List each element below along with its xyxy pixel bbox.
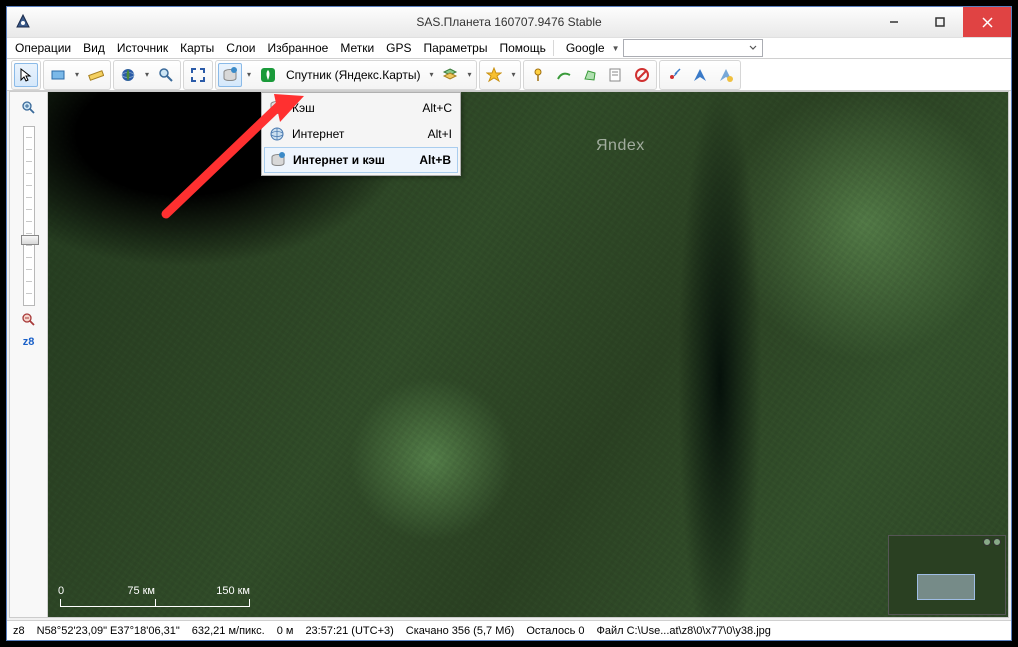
menu-maps[interactable]: Карты xyxy=(174,38,220,58)
menu-marks[interactable]: Метки xyxy=(334,38,380,58)
tool-group-pointer xyxy=(11,60,41,90)
search-provider-dropdown-icon[interactable]: ▼ xyxy=(611,44,621,53)
internet-icon xyxy=(266,123,288,145)
status-zoom: z8 xyxy=(13,625,25,637)
window-controls xyxy=(871,7,1011,37)
menu-params[interactable]: Параметры xyxy=(418,38,494,58)
layers-dropdown[interactable]: ▾ xyxy=(464,70,474,79)
favorite-dropdown[interactable]: ▾ xyxy=(508,70,518,79)
status-elev: 0 м xyxy=(277,625,294,637)
dropdown-item-both[interactable]: Интернет и кэш Alt+B xyxy=(264,147,458,173)
status-time: 23:57:21 (UTC+3) xyxy=(305,625,393,637)
menu-separator xyxy=(553,40,559,56)
magnify-tool[interactable] xyxy=(154,63,178,87)
status-mpp: 632,21 м/пикс. xyxy=(192,625,265,637)
menubar: Операции Вид Источник Карты Слои Избранн… xyxy=(7,37,1011,59)
zoom-out-button[interactable] xyxy=(19,310,39,330)
favorite-tool[interactable] xyxy=(482,63,506,87)
map-watermark: Яndex xyxy=(596,137,645,155)
app-window: SAS.Планета 160707.9476 Stable Операции … xyxy=(6,6,1012,641)
zoom-in-button[interactable] xyxy=(19,98,39,118)
status-coords: N58°52'23,09" E37°18'06,31" xyxy=(37,625,180,637)
status-remaining: Осталось 0 xyxy=(526,625,584,637)
tool-group-gps xyxy=(659,60,741,90)
search-combo: Google ▼ xyxy=(562,38,763,58)
minimap-viewport[interactable] xyxy=(917,574,975,600)
scale-label-0: 0 xyxy=(58,585,64,597)
dropdown-accel: Alt+C xyxy=(416,101,452,115)
source-tool[interactable] xyxy=(218,63,242,87)
map-source-dropdown[interactable]: ▾ xyxy=(426,70,436,79)
minimap[interactable] xyxy=(888,535,1006,615)
path-tool[interactable] xyxy=(552,63,576,87)
region-tool[interactable] xyxy=(46,63,70,87)
minimap-dot[interactable] xyxy=(993,538,1001,546)
close-button[interactable] xyxy=(963,7,1011,37)
map-viewport[interactable]: Яndex Кэш Alt+C Интернет Alt+I Интернет … xyxy=(48,92,1008,617)
chevron-down-icon[interactable] xyxy=(746,41,760,55)
content: z8 Яndex Кэш Alt+C Интернет Alt+I xyxy=(9,91,1009,618)
window-title: SAS.Планета 160707.9476 Stable xyxy=(7,15,1011,29)
dropdown-accel: Alt+I xyxy=(422,127,452,141)
scale-label-2: 150 км xyxy=(216,585,250,597)
gps-center-tool[interactable] xyxy=(714,63,738,87)
search-input[interactable] xyxy=(623,39,763,57)
source-dropdown-menu: Кэш Alt+C Интернет Alt+I Интернет и кэш … xyxy=(261,92,461,176)
dropdown-label: Кэш xyxy=(288,101,416,115)
gps-connect-tool[interactable] xyxy=(662,63,686,87)
dropdown-label: Интернет и кэш xyxy=(289,153,413,167)
internet-cache-icon xyxy=(267,149,289,171)
status-downloaded: Скачано 356 (5,7 Мб) xyxy=(406,625,515,637)
region-tool-dropdown[interactable]: ▾ xyxy=(72,70,82,79)
toolbar: ▾ ▾ ▾ Спутник xyxy=(7,59,1011,91)
map-source-label[interactable]: Спутник (Яндекс.Карты) xyxy=(282,68,424,82)
menu-help[interactable]: Помощь xyxy=(493,38,551,58)
dropdown-item-cache[interactable]: Кэш Alt+C xyxy=(264,95,458,121)
gps-track-tool[interactable] xyxy=(688,63,712,87)
maximize-button[interactable] xyxy=(917,7,963,37)
minimize-button[interactable] xyxy=(871,7,917,37)
dropdown-label: Интернет xyxy=(288,127,422,141)
menu-operations[interactable]: Операции xyxy=(9,38,77,58)
globe-tool[interactable] xyxy=(116,63,140,87)
pin-tool[interactable] xyxy=(526,63,550,87)
tool-group-source: ▾ Спутник (Яндекс.Карты) ▾ ▾ xyxy=(215,60,477,90)
provider-badge[interactable] xyxy=(256,63,280,87)
scale-bar: 0 75 км 150 км xyxy=(60,585,250,607)
cache-icon xyxy=(266,97,288,119)
tool-group-navigate: ▾ xyxy=(113,60,181,90)
scale-label-1: 75 км xyxy=(127,585,155,597)
tool-group-selection: ▾ xyxy=(43,60,111,90)
pointer-tool[interactable] xyxy=(14,63,38,87)
dropdown-item-internet[interactable]: Интернет Alt+I xyxy=(264,121,458,147)
layers-tool[interactable] xyxy=(438,63,462,87)
globe-tool-dropdown[interactable]: ▾ xyxy=(142,70,152,79)
polygon-tool[interactable] xyxy=(578,63,602,87)
zoom-level-label: z8 xyxy=(23,336,35,348)
left-panel: z8 xyxy=(10,92,48,617)
satellite-imagery xyxy=(48,92,1008,617)
marks-manager-tool[interactable] xyxy=(604,63,628,87)
menu-view[interactable]: Вид xyxy=(77,38,111,58)
tool-group-favorites: ▾ xyxy=(479,60,521,90)
minimap-dot[interactable] xyxy=(983,538,991,546)
search-provider[interactable]: Google xyxy=(562,39,609,57)
menu-gps[interactable]: GPS xyxy=(380,38,417,58)
menu-favorites[interactable]: Избранное xyxy=(261,38,334,58)
menu-source[interactable]: Источник xyxy=(111,38,174,58)
hide-marks-tool[interactable] xyxy=(630,63,654,87)
titlebar[interactable]: SAS.Планета 160707.9476 Stable xyxy=(7,7,1011,37)
status-file: Файл C:\Use...at\z8\0\x77\0\y38.jpg xyxy=(596,625,770,637)
tool-group-marks xyxy=(523,60,657,90)
dropdown-accel: Alt+B xyxy=(413,153,451,167)
zoom-thumb[interactable] xyxy=(21,235,39,245)
menu-layers[interactable]: Слои xyxy=(220,38,261,58)
fullscreen-tool[interactable] xyxy=(186,63,210,87)
statusbar: z8 N58°52'23,09" E37°18'06,31" 632,21 м/… xyxy=(7,620,1011,640)
source-tool-dropdown[interactable]: ▾ xyxy=(244,70,254,79)
app-icon xyxy=(15,14,31,30)
zoom-slider[interactable] xyxy=(23,126,35,306)
tool-group-fullscreen xyxy=(183,60,213,90)
ruler-tool[interactable] xyxy=(84,63,108,87)
